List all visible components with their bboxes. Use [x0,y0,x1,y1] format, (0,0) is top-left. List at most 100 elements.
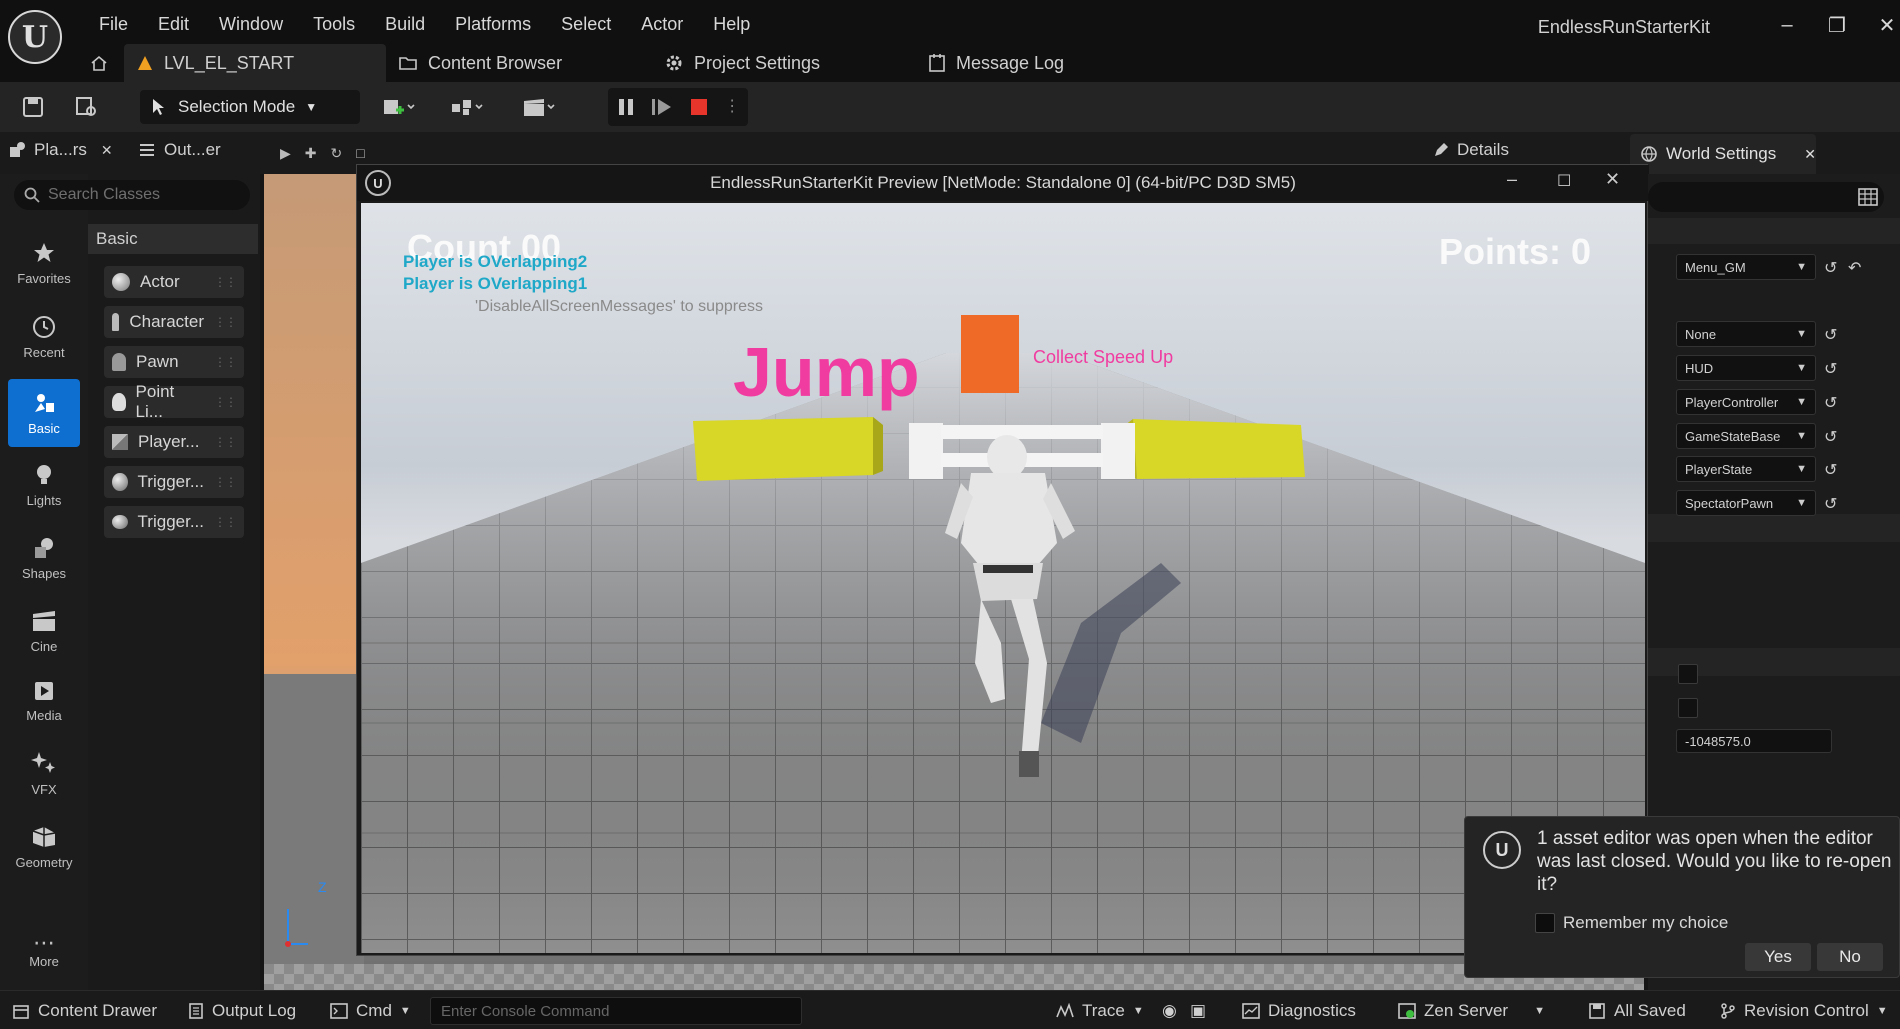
hud-class-dropdown[interactable]: HUD ▼ [1676,355,1816,381]
nav-geometry[interactable]: Geometry [8,814,80,880]
close-button[interactable]: ✕ [1864,10,1900,40]
nav-media[interactable]: Media [8,668,80,734]
menu-tools[interactable]: Tools [298,14,370,35]
game-view[interactable]: Count 00 Points: 0 Player is OVerlapping… [361,203,1645,953]
home-icon[interactable] [90,44,108,82]
record-icon[interactable]: ◉ [1162,991,1177,1029]
default-pawn-dropdown[interactable]: None ▼ [1676,321,1816,347]
cmd-dropdown[interactable]: Cmd ▼ [330,991,411,1029]
revision-control-dropdown[interactable]: Revision Control ▼ [1720,991,1888,1029]
screenshot-icon[interactable]: ▣ [1190,991,1206,1029]
menu-select[interactable]: Select [546,14,626,35]
drag-handle-icon[interactable]: ⋮⋮ [214,435,237,449]
tab-content-browser[interactable]: Content Browser [398,44,562,82]
tab-place-actors[interactable]: Pla...rs ✕ [8,140,113,160]
blueprint-button[interactable] [442,90,492,124]
browse-icon[interactable] [70,90,104,124]
nav-recent[interactable]: Recent [8,304,80,370]
close-icon[interactable]: ✕ [1804,146,1816,163]
player-state-dropdown[interactable]: PlayerState ▼ [1676,456,1816,482]
drag-handle-icon[interactable]: ⋮⋮ [214,275,237,289]
pie-minimize-button[interactable]: – [1507,169,1517,190]
nav-favorites[interactable]: Favorites [8,230,80,296]
drag-handle-icon[interactable]: ⋮⋮ [214,515,237,529]
pie-close-button[interactable]: ✕ [1605,169,1620,190]
diagnostics-button[interactable]: Diagnostics [1242,991,1356,1029]
console-command-input[interactable]: Enter Console Command [430,997,802,1025]
reset-to-default-icon[interactable]: ↶ [1848,258,1861,278]
table-view-icon[interactable] [1858,188,1878,206]
actor-item-trigger-box[interactable]: Trigger... ⋮⋮ [104,466,244,498]
menu-edit[interactable]: Edit [143,14,204,35]
spectator-pawn-dropdown[interactable]: SpectatorPawn ▼ [1676,490,1816,516]
drag-handle-icon[interactable]: ⋮⋮ [214,315,237,329]
tab-project-settings[interactable]: Project Settings [664,44,820,82]
browse-asset-icon[interactable]: ↺ [1824,393,1837,413]
menu-build[interactable]: Build [370,14,440,35]
menu-help[interactable]: Help [698,14,765,35]
nav-shapes[interactable]: Shapes [8,525,80,591]
browse-asset-icon[interactable]: ↺ [1824,427,1837,447]
all-saved-button[interactable]: All Saved [1588,991,1686,1029]
game-mode-override-dropdown[interactable]: Menu_GM ▼ [1676,254,1816,280]
tab-world-settings[interactable]: World Settings ✕ [1630,134,1816,174]
tab-details[interactable]: Details [1433,140,1509,160]
output-log-button[interactable]: Output Log [188,991,296,1029]
browse-asset-icon[interactable]: ↺ [1824,258,1837,278]
menu-window[interactable]: Window [204,14,298,35]
save-icon[interactable] [16,90,50,124]
actor-item-pawn[interactable]: Pawn ⋮⋮ [104,346,244,378]
nav-vfx[interactable]: VFX [8,740,80,806]
details-search-input[interactable] [1648,182,1884,212]
no-button[interactable]: No [1817,943,1883,971]
minimize-button[interactable]: – [1764,10,1810,40]
browse-asset-icon[interactable]: ↺ [1824,325,1837,345]
menu-file[interactable]: File [84,14,143,35]
actor-item-trigger-sphere[interactable]: Trigger... ⋮⋮ [104,506,244,538]
viewport-select-icon[interactable]: ▶ [280,145,291,162]
add-actor-button[interactable] [374,90,424,124]
actor-item-player-start[interactable]: Player... ⋮⋮ [104,426,244,458]
browse-asset-icon[interactable]: ↺ [1824,494,1837,514]
nav-more[interactable]: ⋯ More [8,920,80,986]
menu-platforms[interactable]: Platforms [440,14,546,35]
translate-icon[interactable]: ✚ [305,145,317,162]
scale-icon[interactable]: □ [356,145,364,161]
actor-item-character[interactable]: Character ⋮⋮ [104,306,244,338]
game-state-dropdown[interactable]: GameStateBase ▼ [1676,423,1816,449]
close-icon[interactable]: ✕ [101,142,113,159]
resume-button[interactable] [651,97,673,117]
pause-button[interactable] [616,97,636,117]
yes-button[interactable]: Yes [1745,943,1811,971]
rotate-icon[interactable]: ↻ [331,145,343,162]
selection-mode-dropdown[interactable]: Selection Mode ▼ [140,90,360,124]
content-drawer-button[interactable]: Content Drawer [12,991,157,1029]
nav-basic[interactable]: Basic [8,379,80,447]
search-classes-input[interactable]: Search Classes [14,180,250,210]
play-options-icon[interactable]: ⋮ [724,99,740,115]
cinematics-button[interactable] [514,90,564,124]
browse-asset-icon[interactable]: ↺ [1824,460,1837,480]
pie-maximize-button[interactable]: ☐ [1557,171,1571,191]
browse-asset-icon[interactable]: ↺ [1824,359,1837,379]
kill-z-field[interactable]: -1048575.0 [1676,729,1832,753]
settings-checkbox[interactable] [1678,698,1698,718]
drag-handle-icon[interactable]: ⋮⋮ [214,475,237,489]
tab-outliner[interactable]: Out...er [138,140,221,160]
stop-button[interactable] [689,97,709,117]
unreal-logo-icon[interactable]: U [8,10,62,64]
remember-choice-checkbox[interactable] [1535,913,1555,933]
pie-title-bar[interactable]: U EndlessRunStarterKit Preview [NetMode:… [357,165,1649,201]
tab-message-log[interactable]: Message Log [928,44,1064,82]
actor-item-point-light[interactable]: Point Li... ⋮⋮ [104,382,244,421]
drag-handle-icon[interactable]: ⋮⋮ [214,395,237,409]
drag-handle-icon[interactable]: ⋮⋮ [214,355,237,369]
nav-lights[interactable]: Lights [8,452,80,518]
settings-checkbox[interactable] [1678,664,1698,684]
nav-cine[interactable]: Cine [8,598,80,664]
zen-server-dropdown[interactable]: Zen Server ▼ [1398,991,1545,1029]
trace-dropdown[interactable]: Trace ▼ [1056,991,1144,1029]
actor-item-actor[interactable]: Actor ⋮⋮ [104,266,244,298]
tab-level[interactable]: LVL_EL_START [124,44,386,82]
maximize-button[interactable]: ❐ [1814,10,1860,40]
